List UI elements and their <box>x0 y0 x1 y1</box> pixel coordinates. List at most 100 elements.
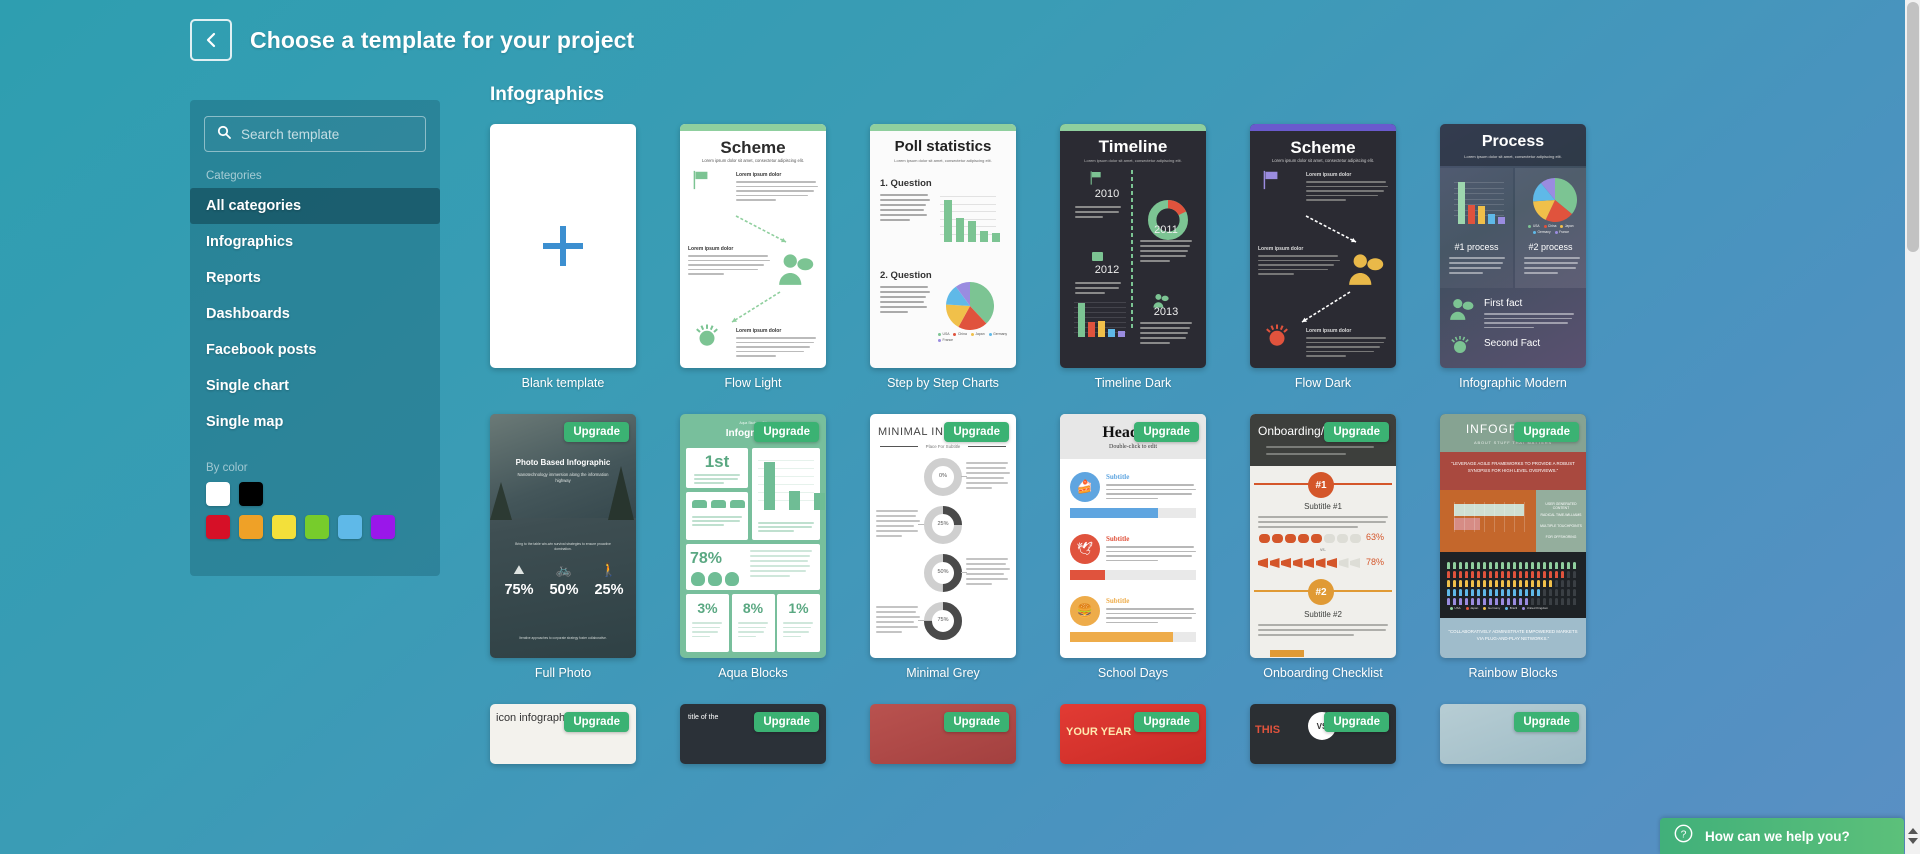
upgrade-badge[interactable]: Upgrade <box>1134 712 1199 732</box>
upgrade-badge[interactable]: Upgrade <box>944 422 1009 442</box>
donut-value: 75% <box>937 617 949 623</box>
upgrade-badge[interactable]: Upgrade <box>1324 422 1389 442</box>
template-thumbnail[interactable]: Headline Double-click to edit 🍰 Subtitle 🕊 Su… <box>1060 414 1206 658</box>
placeholder-line <box>1106 546 1194 548</box>
color-swatch[interactable] <box>239 482 263 506</box>
placeholder-line <box>966 568 1010 570</box>
legend-item: Japan <box>1560 224 1574 228</box>
upgrade-badge[interactable]: Upgrade <box>944 712 1009 732</box>
placeholder-line <box>1140 260 1170 262</box>
template-thumbnail[interactable]: Timeline Lorem ipsum dolor sit amet, cons… <box>1060 124 1206 368</box>
legend-swatch <box>1528 224 1532 228</box>
template-thumbnail[interactable]: Poll statistics Lorem ipsum dolor sit ame… <box>870 124 1016 368</box>
placeholder-line <box>736 337 816 339</box>
sidebar-item-single-map[interactable]: Single map <box>190 404 440 440</box>
upgrade-badge[interactable]: Upgrade <box>1324 712 1389 732</box>
color-swatch[interactable] <box>206 515 230 539</box>
flag-icon <box>693 170 708 190</box>
upgrade-badge[interactable]: Upgrade <box>1134 422 1199 442</box>
badge-circle: #2 <box>1308 579 1334 605</box>
pictogram-unit <box>1453 562 1457 569</box>
placeholder-line <box>692 516 742 518</box>
color-swatch[interactable] <box>272 515 296 539</box>
pictogram-unit <box>1471 571 1475 578</box>
thumb-title: Photo Based Infographic <box>515 458 611 467</box>
template-thumbnail[interactable]: Scheme Lorem ipsum dolor sit amet, consec… <box>1250 124 1396 368</box>
template-thumbnail[interactable]: Onboarding/Checklist #1 Subtitle #1 63% vs. 7… <box>1250 414 1396 658</box>
arrow-icon <box>1350 558 1360 568</box>
template-thumbnail[interactable]: Upgrade <box>870 704 1016 764</box>
upgrade-badge[interactable]: Upgrade <box>754 712 819 732</box>
color-swatch[interactable] <box>338 515 362 539</box>
bar <box>1098 321 1105 337</box>
template-thumbnail[interactable]: Aqua Study — Q4 Infographic 1st 78% 3% 8% 1% Up… <box>680 414 826 658</box>
template-thumbnail[interactable]: INFOGRAPHIC ABOUT STUFF THAT MATTERS "LEVE… <box>1440 414 1586 658</box>
template-thumbnail[interactable]: Upgrade <box>1440 704 1586 764</box>
template-thumbnail[interactable] <box>490 124 636 368</box>
pictogram-unit <box>1465 589 1469 596</box>
sidebar-item-facebook-posts[interactable]: Facebook posts <box>190 332 440 368</box>
template-thumbnail[interactable]: title of the Upgrade <box>680 704 826 764</box>
upgrade-badge[interactable]: Upgrade <box>754 422 819 442</box>
placeholder-line <box>1258 526 1358 528</box>
sidebar-item-all-categories[interactable]: All categories <box>190 188 440 224</box>
sidebar-item-reports[interactable]: Reports <box>190 260 440 296</box>
color-swatch[interactable] <box>206 482 230 506</box>
sidebar-item-dashboards[interactable]: Dashboards <box>190 296 440 332</box>
placeholder-line <box>880 219 910 221</box>
pictogram-unit <box>1537 571 1541 578</box>
gridline <box>758 460 814 461</box>
page-scrollbar[interactable] <box>1905 0 1920 854</box>
upgrade-badge[interactable]: Upgrade <box>1514 712 1579 732</box>
pictogram-unit <box>1537 598 1541 605</box>
color-swatch[interactable] <box>305 515 329 539</box>
template-thumbnail[interactable]: Scheme Lorem ipsum dolor sit amet, consec… <box>680 124 826 368</box>
placeholder-line <box>1258 516 1388 518</box>
template-label: Infographic Modern <box>1459 376 1567 390</box>
person-chat-icon <box>1450 299 1474 320</box>
upgrade-badge[interactable]: Upgrade <box>564 712 629 732</box>
template-thumbnail[interactable]: MINIMAL INFO Place For Subtitle 0% 25% 50% 75… <box>870 414 1016 658</box>
placeholder-line <box>1258 273 1294 275</box>
placeholder-line <box>1140 337 1186 339</box>
pictogram-unit <box>1567 562 1571 569</box>
template-thumbnail[interactable]: THIS VS Upgrade <box>1250 704 1396 764</box>
template-thumbnail[interactable]: Process Lorem ipsum dolor sit amet, conse… <box>1440 124 1586 368</box>
pictogram-unit <box>1555 580 1559 587</box>
template-thumbnail[interactable]: icon infographic Upgrade <box>490 704 636 764</box>
scroll-up-icon[interactable] <box>1908 828 1918 834</box>
brain-icon <box>1259 534 1270 543</box>
main-layout: Categories All categories Infographics R… <box>0 62 1920 764</box>
upgrade-badge[interactable]: Upgrade <box>1514 422 1579 442</box>
sidebar-item-single-chart[interactable]: Single chart <box>190 368 440 404</box>
placeholder-line <box>876 611 916 613</box>
help-widget[interactable]: ? How can we help you? <box>1660 818 1904 854</box>
color-swatch[interactable] <box>371 515 395 539</box>
placeholder-line <box>1306 190 1384 192</box>
sidebar-item-label: Single chart <box>206 378 289 394</box>
sidebar-item-infographics[interactable]: Infographics <box>190 224 440 260</box>
placeholder-line <box>1075 211 1119 213</box>
placeholder-line <box>880 209 924 211</box>
scrollbar-thumb[interactable] <box>1907 2 1919 252</box>
template-thumbnail[interactable]: Photo Based Infographic Nanotechnology im… <box>490 414 636 658</box>
legend-swatch <box>938 332 941 336</box>
search-box[interactable] <box>204 116 426 152</box>
thumb-title: Process <box>1481 133 1545 150</box>
template-label: Timeline Dark <box>1094 376 1172 390</box>
footer-text: Iterative approaches to corporate strate… <box>519 636 607 640</box>
process-label: #2 process <box>1528 242 1573 252</box>
placeholder-line <box>1484 313 1574 315</box>
color-swatch[interactable] <box>239 515 263 539</box>
search-input[interactable] <box>241 126 413 142</box>
pictogram-unit <box>1489 589 1493 596</box>
upgrade-badge[interactable]: Upgrade <box>564 422 629 442</box>
scroll-down-icon[interactable] <box>1908 838 1918 844</box>
circle-icon: 🍔 <box>1070 596 1100 626</box>
placeholder-line <box>1449 267 1501 269</box>
legend-label: USA <box>1532 224 1540 228</box>
template-thumbnail[interactable]: YOUR YEAR Upgrade <box>1060 704 1206 764</box>
pictogram-unit <box>1447 589 1451 596</box>
template-card: icon infographic Upgrade <box>490 704 636 764</box>
back-button[interactable] <box>190 19 232 61</box>
